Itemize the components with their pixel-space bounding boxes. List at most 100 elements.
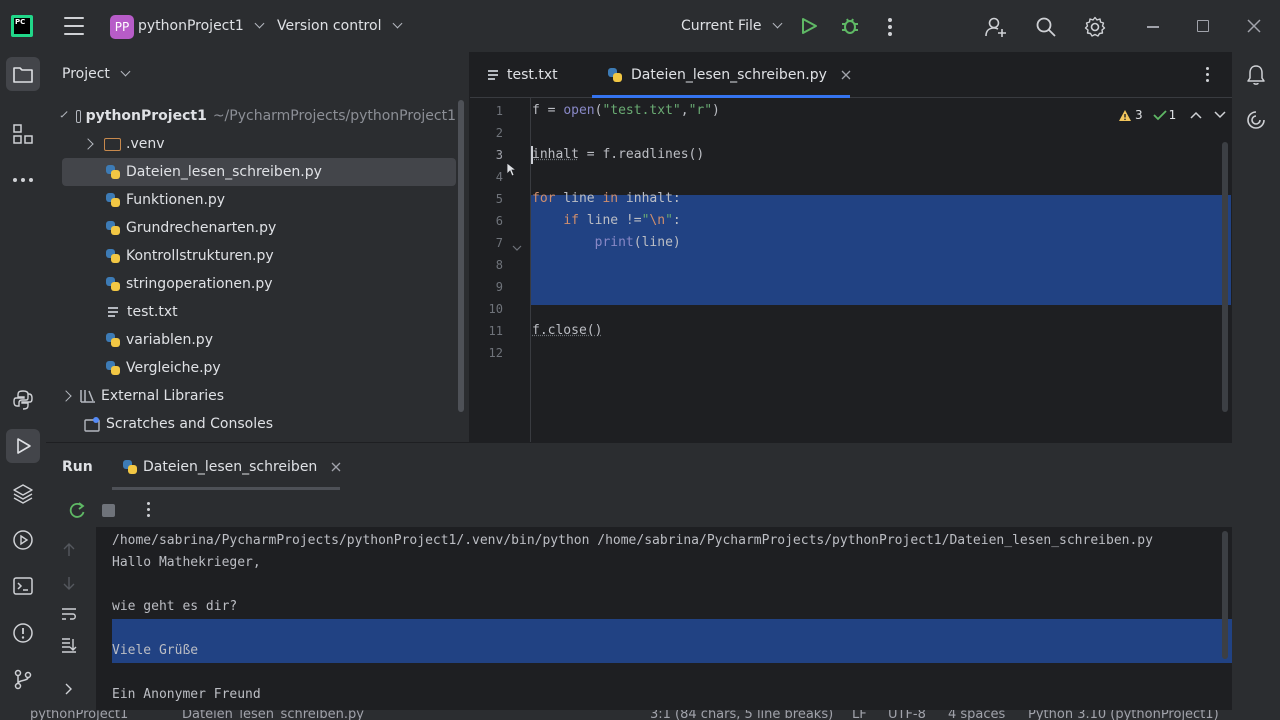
chevron-down-icon xyxy=(772,18,783,29)
inspection-widget[interactable]: 3 1 xyxy=(1118,108,1226,122)
tab-options-icon[interactable] xyxy=(1206,67,1210,82)
warning-count: 3 xyxy=(1135,108,1143,122)
console-scrollbar[interactable] xyxy=(1222,531,1228,659)
python-interpreter[interactable]: Python 3.10 (pythonProject1) xyxy=(1028,710,1219,720)
debug-icon[interactable] xyxy=(840,16,860,36)
close-tab-icon[interactable] xyxy=(841,70,851,80)
ai-assistant-icon[interactable] xyxy=(1246,110,1266,130)
code-line-5[interactable]: for line in inhalt: xyxy=(532,191,681,206)
tree-item[interactable]: .venv xyxy=(46,130,456,158)
console-line: wie geht es dir? xyxy=(112,599,238,614)
scroll-down-icon[interactable] xyxy=(63,576,75,590)
run-tool-button[interactable] xyxy=(6,429,40,463)
project-badge[interactable]: PP xyxy=(110,15,134,39)
code-line-1[interactable]: f = open("test.txt","r") xyxy=(532,103,720,118)
right-tool-strip xyxy=(1232,52,1280,720)
layers-tool-button[interactable] xyxy=(11,482,35,506)
line-number[interactable]: 3 xyxy=(470,148,503,162)
code-line-3[interactable]: inhalt = f.readlines() xyxy=(532,147,704,162)
more-actions-icon[interactable] xyxy=(888,18,892,36)
line-ending[interactable]: LF xyxy=(852,710,867,720)
breadcrumb-project[interactable]: pythonProject1 xyxy=(30,710,128,720)
breadcrumb-file[interactable]: Dateien_lesen_schreiben.py xyxy=(182,710,364,720)
project-scrollbar[interactable] xyxy=(458,100,464,412)
line-number[interactable]: 5 xyxy=(470,192,503,206)
console-line: /home/sabrina/PycharmProjects/pythonProj… xyxy=(112,533,1153,548)
code-line-6[interactable]: if line !="\n": xyxy=(532,213,680,228)
project-tool-button[interactable] xyxy=(6,57,40,91)
tree-item[interactable]: test.txt xyxy=(46,298,456,326)
project-selector[interactable]: pythonProject1 xyxy=(138,18,265,34)
line-number[interactable]: 1 xyxy=(470,104,503,118)
console-output[interactable]: /home/sabrina/PycharmProjects/pythonProj… xyxy=(96,527,1232,711)
tree-item[interactable]: variablen.py xyxy=(46,326,456,354)
tree-item-label: variablen.py xyxy=(126,332,213,348)
tree-item[interactable]: stringoperationen.py xyxy=(46,270,456,298)
soft-wrap-icon[interactable] xyxy=(61,607,77,621)
version-control-menu[interactable]: Version control xyxy=(277,18,403,34)
tree-external-libraries[interactable]: External Libraries xyxy=(46,382,456,410)
problems-tool-button[interactable] xyxy=(11,621,35,645)
line-number[interactable]: 6 xyxy=(470,214,503,228)
tree-scratches[interactable]: Scratches and Consoles xyxy=(46,410,456,438)
line-number[interactable]: 2 xyxy=(470,126,503,140)
run-options-icon[interactable] xyxy=(147,502,150,517)
line-number[interactable]: 4 xyxy=(470,170,503,184)
file-encoding[interactable]: UTF-8 xyxy=(888,710,926,720)
project-panel-title: Project xyxy=(62,66,110,82)
terminal-tool-button[interactable] xyxy=(11,574,35,598)
previous-highlight-icon[interactable] xyxy=(1190,111,1202,119)
tab-test-txt[interactable]: test.txt xyxy=(486,52,558,98)
git-tool-button[interactable] xyxy=(11,667,35,691)
structure-tool-button[interactable] xyxy=(11,122,35,146)
scroll-to-end-icon[interactable] xyxy=(61,637,77,653)
restore-window-icon[interactable] xyxy=(1197,20,1209,32)
run-icon[interactable] xyxy=(800,17,818,35)
project-panel-header[interactable]: Project xyxy=(62,66,131,82)
code-line-7[interactable]: print(line) xyxy=(532,235,681,250)
tab-dateien-lesen-schreiben[interactable]: Dateien_lesen_schreiben.py xyxy=(607,52,851,98)
rerun-icon[interactable] xyxy=(68,501,86,519)
fold-arrow-icon[interactable] xyxy=(512,245,522,253)
tree-item[interactable]: Grundrechenarten.py xyxy=(46,214,456,242)
next-highlight-icon[interactable] xyxy=(1214,111,1226,119)
line-number[interactable]: 7 xyxy=(470,236,503,250)
close-run-tab-icon[interactable] xyxy=(331,462,341,472)
python-packages-button[interactable] xyxy=(11,388,35,412)
expand-toolbar-icon[interactable] xyxy=(65,683,73,695)
git-branch-icon xyxy=(14,669,32,690)
tree-item[interactable]: Kontrollstrukturen.py xyxy=(46,242,456,270)
more-tools-button[interactable] xyxy=(11,168,35,192)
services-icon xyxy=(13,530,33,550)
line-number[interactable]: 9 xyxy=(470,280,503,294)
run-play-icon xyxy=(17,438,31,454)
scroll-up-icon[interactable] xyxy=(63,543,75,557)
problems-icon xyxy=(13,623,33,643)
indent-setting[interactable]: 4 spaces xyxy=(948,710,1005,720)
run-tab[interactable]: Dateien_lesen_schreiben xyxy=(122,459,341,475)
services-tool-button[interactable] xyxy=(11,528,35,552)
editor-scrollbar[interactable] xyxy=(1222,142,1228,412)
line-number[interactable]: 11 xyxy=(470,324,503,338)
tree-item[interactable]: Funktionen.py xyxy=(46,186,456,214)
caret-position[interactable]: 3:1 (84 chars, 5 line breaks) xyxy=(650,710,833,720)
code-line-11[interactable]: f.close() xyxy=(532,323,602,338)
close-window-icon[interactable] xyxy=(1247,19,1261,33)
python-icon xyxy=(13,390,33,410)
search-icon[interactable] xyxy=(1035,16,1057,38)
run-config-selector[interactable]: Current File xyxy=(681,18,783,34)
line-number[interactable]: 8 xyxy=(470,258,503,272)
text-file-icon xyxy=(106,304,120,320)
line-number[interactable]: 10 xyxy=(470,302,503,316)
settings-gear-icon[interactable] xyxy=(1084,16,1106,38)
line-number[interactable]: 12 xyxy=(470,346,503,360)
tree-root-project[interactable]: pythonProject1 ~/PycharmProjects/pythonP… xyxy=(46,102,456,130)
add-user-icon[interactable] xyxy=(984,15,1008,39)
stop-icon[interactable] xyxy=(102,504,115,517)
tree-item[interactable]: Vergleiche.py xyxy=(46,354,456,382)
notifications-bell-icon[interactable] xyxy=(1246,64,1266,86)
tree-item[interactable]: Dateien_lesen_schreiben.py xyxy=(62,158,456,186)
logo-text: PC xyxy=(14,18,30,34)
minimize-icon[interactable] xyxy=(1147,26,1159,28)
main-menu-icon[interactable] xyxy=(64,17,84,35)
